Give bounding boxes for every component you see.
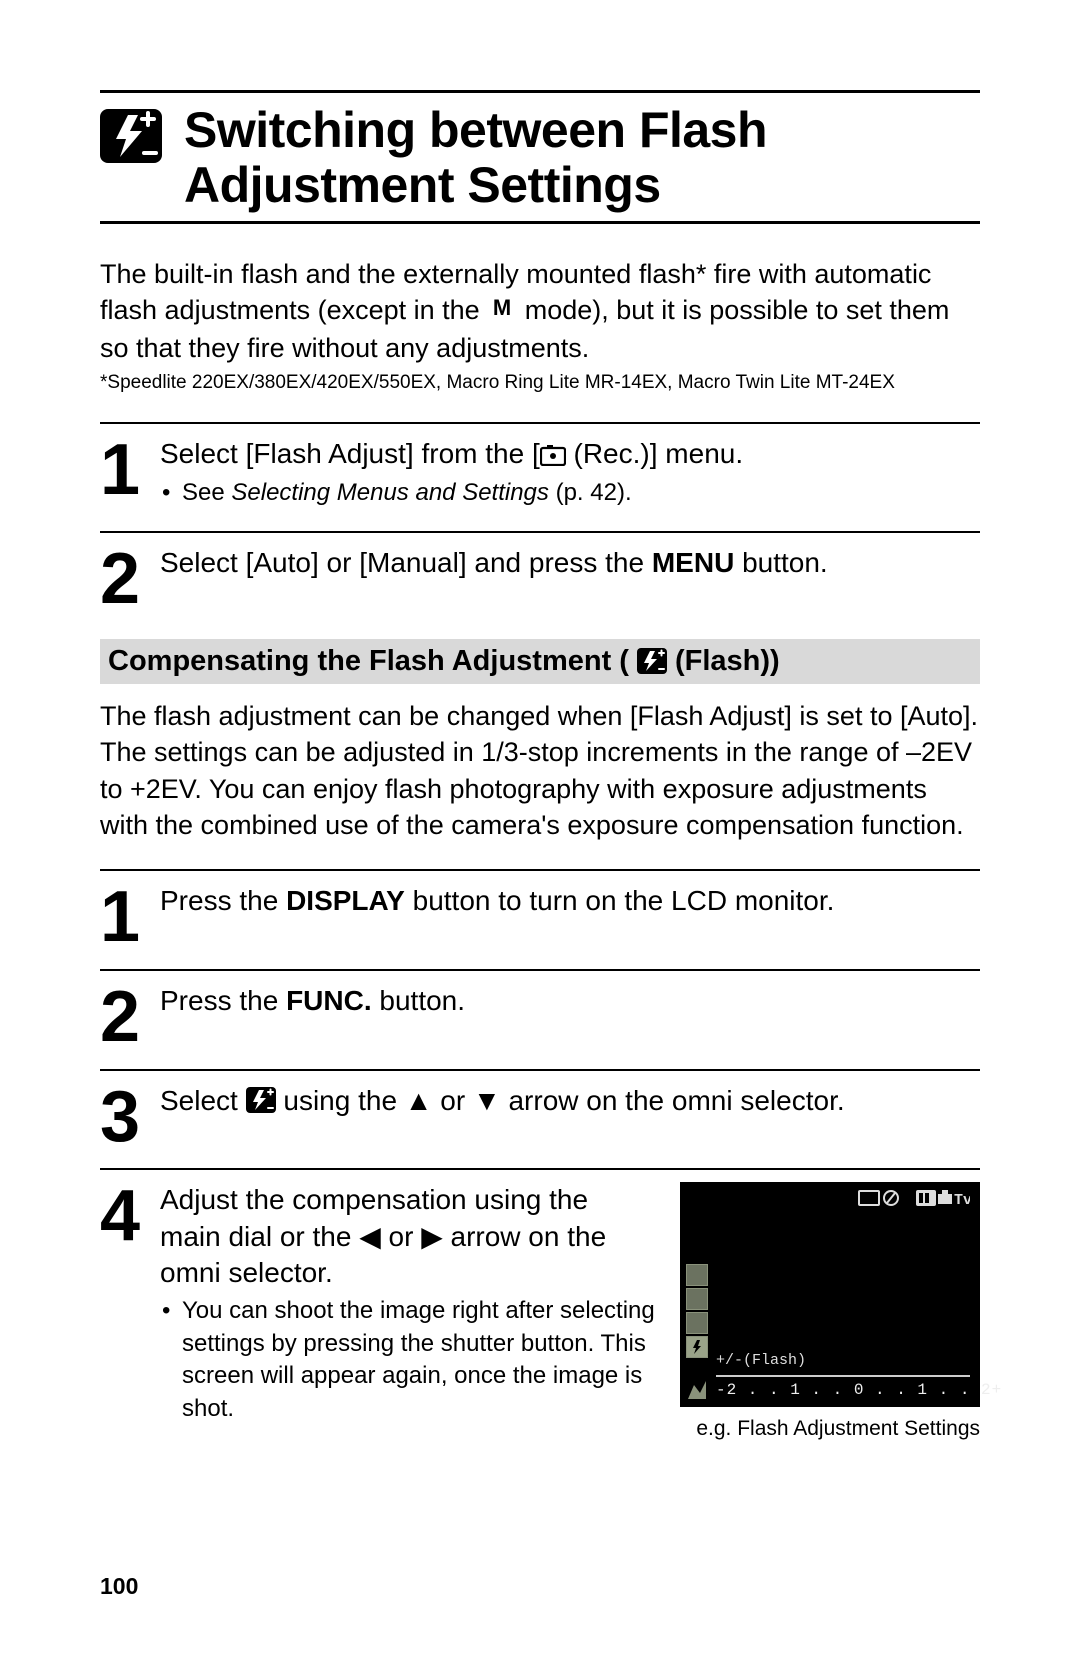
- lcd-label-flash: +/-(Flash): [716, 1352, 806, 1369]
- flash-compensation-icon: [637, 648, 667, 674]
- flash-adjust-icon: [100, 109, 162, 163]
- camera-rec-icon: [540, 439, 566, 461]
- subsection-description: The flash adjustment can be changed when…: [100, 698, 980, 844]
- lcd-side-item-selected: [686, 1336, 708, 1358]
- section-title-block: Switching between Flash Adjustment Setti…: [100, 90, 980, 224]
- step-heading: Adjust the compensation using the main d…: [160, 1182, 656, 1291]
- step-heading: Select using the ▲ or ▼ arrow on the omn…: [160, 1083, 980, 1119]
- lcd-figure: Tv +/-(Flash): [680, 1182, 980, 1441]
- svg-text:Tv: Tv: [954, 1192, 970, 1206]
- primary-steps: 1 Select [Flash Adjust] from the [ (Rec.…: [100, 422, 980, 630]
- step-number: 1: [100, 436, 160, 509]
- mode-m-icon: M: [487, 293, 517, 329]
- lcd-side-item: [686, 1312, 708, 1334]
- subsection-heading: Compensating the Flash Adjustment ( (Fla…: [100, 639, 980, 684]
- intro-paragraph: The built-in flash and the externally mo…: [100, 256, 980, 366]
- lcd-side-item: [686, 1264, 708, 1286]
- step-s1: 1 Press the DISPLAY button to turn on th…: [100, 869, 980, 969]
- step-bullet: See Selecting Menus and Settings (p. 42)…: [160, 477, 980, 509]
- lcd-side-item: [686, 1288, 708, 1310]
- step-heading: Press the DISPLAY button to turn on the …: [160, 883, 980, 919]
- histogram-icon: [686, 1379, 708, 1401]
- step-1: 1 Select [Flash Adjust] from the [ (Rec.…: [100, 422, 980, 531]
- section-title: Switching between Flash Adjustment Setti…: [184, 103, 980, 213]
- svg-text:M: M: [493, 296, 511, 320]
- lcd-scale: -2 . . 1 . . 0 . . 1 . . 2+: [716, 1381, 970, 1399]
- step-number: 2: [100, 545, 160, 609]
- flash-compensation-icon: [246, 1086, 276, 1112]
- mode-icons: Tv: [916, 1190, 970, 1206]
- step-number: 3: [100, 1083, 160, 1147]
- step-number: 4: [100, 1182, 160, 1441]
- step-number: 2: [100, 983, 160, 1047]
- step-heading: Press the FUNC. button.: [160, 983, 980, 1019]
- step-s4: 4 Adjust the compensation using the main…: [100, 1168, 980, 1463]
- lcd-screen: Tv +/-(Flash): [680, 1182, 980, 1407]
- secondary-steps: 1 Press the DISPLAY button to turn on th…: [100, 869, 980, 1463]
- quality-size-icons: [858, 1190, 900, 1206]
- lcd-caption: e.g. Flash Adjustment Settings: [680, 1417, 980, 1441]
- page-number: 100: [100, 1573, 980, 1600]
- step-s2: 2 Press the FUNC. button.: [100, 969, 980, 1069]
- step-bullet: You can shoot the image right after sele…: [160, 1295, 656, 1425]
- step-heading: Select [Flash Adjust] from the [ (Rec.)]…: [160, 436, 980, 472]
- lcd-side-menu: [686, 1264, 708, 1358]
- step-2: 2 Select [Auto] or [Manual] and press th…: [100, 531, 980, 631]
- step-number: 1: [100, 883, 160, 947]
- step-heading: Select [Auto] or [Manual] and press the …: [160, 545, 980, 581]
- footnote: *Speedlite 220EX/380EX/420EX/550EX, Macr…: [100, 372, 980, 394]
- step-s3: 3 Select using the ▲ or ▼ arrow on the o…: [100, 1069, 980, 1169]
